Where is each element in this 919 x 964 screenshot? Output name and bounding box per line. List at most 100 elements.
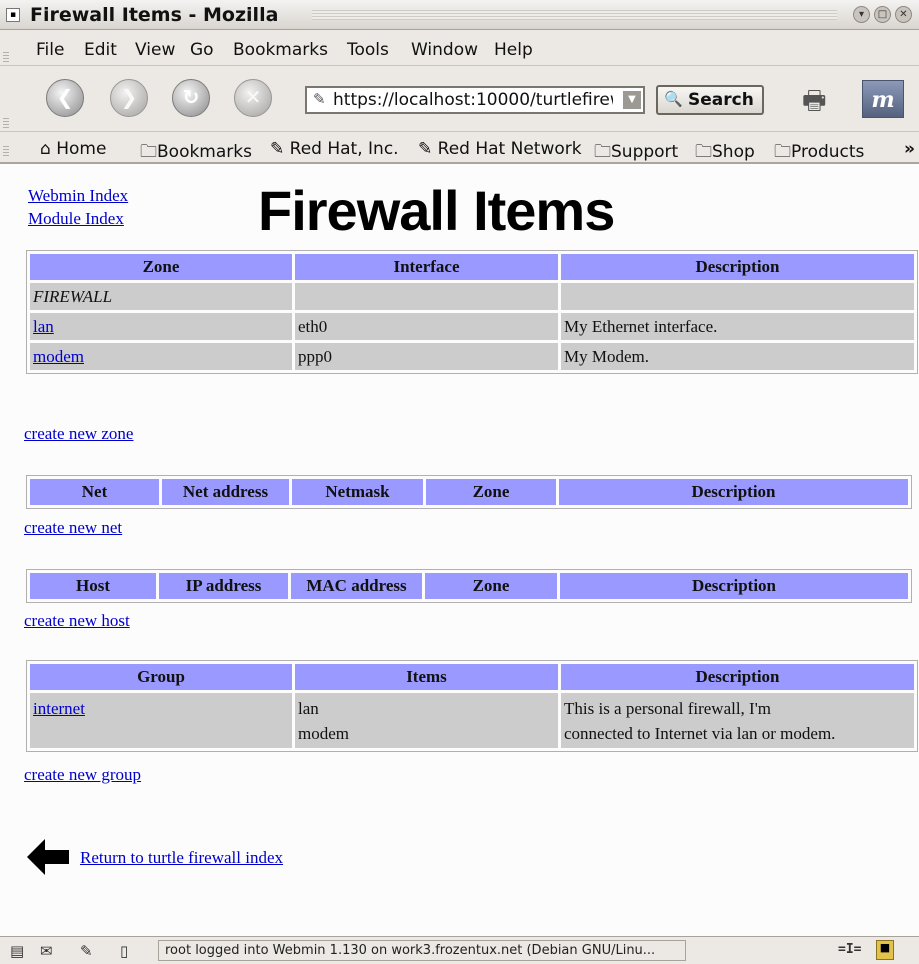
menu-window[interactable]: Window <box>411 40 478 60</box>
home-icon: ⌂ <box>40 139 57 159</box>
bookmark-home[interactable]: ⌂ Home <box>40 139 106 159</box>
close-icon[interactable]: ✕ <box>895 6 912 23</box>
create-new-net-link[interactable]: create new net <box>24 518 122 538</box>
left-arrow-icon[interactable] <box>27 839 69 875</box>
interface-cell <box>295 283 558 310</box>
column-header: Description <box>561 664 914 690</box>
window-menu-icon[interactable]: ▪ <box>6 8 20 22</box>
table-header-row: Group Items Description <box>30 664 914 690</box>
page-title: Firewall Items <box>258 179 615 242</box>
column-header: Description <box>561 254 914 280</box>
navigator-icon[interactable]: ▤ <box>10 942 24 960</box>
toolbar-grip[interactable] <box>3 146 9 156</box>
column-header: Zone <box>426 479 556 505</box>
nets-table: Net Net address Netmask Zone Description <box>26 475 912 509</box>
folder-icon: 🗀 <box>695 142 712 162</box>
url-input[interactable] <box>333 90 613 110</box>
zone-link-modem[interactable]: modem <box>33 347 84 366</box>
titlebar-stripes <box>312 10 837 20</box>
folder-icon: 🗀 <box>140 142 157 162</box>
table-row: internet lan modem This is a personal fir… <box>30 693 914 748</box>
group-link-internet[interactable]: internet <box>33 699 85 718</box>
stop-icon[interactable]: ✕ <box>234 79 272 117</box>
menu-view[interactable]: View <box>135 40 175 60</box>
hosts-table: Host IP address MAC address Zone Descrip… <box>26 569 912 603</box>
search-icon: 🔍 <box>664 90 683 108</box>
folder-icon: 🗀 <box>774 142 791 162</box>
maximize-icon[interactable]: □ <box>874 6 891 23</box>
column-header: MAC address <box>291 573 422 599</box>
table-header-row: Host IP address MAC address Zone Descrip… <box>30 573 908 599</box>
description-cell: My Ethernet interface. <box>561 313 914 340</box>
return-to-index-link[interactable]: Return to turtle firewall index <box>80 848 283 868</box>
page-content: Webmin Index Module Index Firewall Items… <box>0 164 919 936</box>
bookmark-support-label: Support <box>611 142 679 162</box>
zone-link-lan[interactable]: lan <box>33 317 54 336</box>
column-header: Netmask <box>292 479 423 505</box>
online-status-icon[interactable]: =I= <box>838 942 861 957</box>
bookmark-home-label: Home <box>56 139 107 159</box>
bookmark-red-hat-inc[interactable]: ✎ Red Hat, Inc. <box>270 139 399 159</box>
print-icon[interactable]: 🖶 <box>802 82 838 116</box>
item-modem: modem <box>298 724 349 743</box>
menu-tools[interactable]: Tools <box>347 40 389 60</box>
forward-icon[interactable]: ❯ <box>110 79 148 117</box>
items-cell: lan modem <box>295 693 558 748</box>
column-header: Description <box>559 479 908 505</box>
bookmark-products-label: Products <box>791 142 865 162</box>
bookmark-bookmarks-label: Bookmarks <box>157 142 252 162</box>
search-button-label: Search <box>688 90 754 110</box>
interface-cell: eth0 <box>295 313 558 340</box>
url-history-dropdown-icon[interactable]: ▼ <box>623 91 641 109</box>
search-button[interactable]: 🔍 Search <box>656 85 764 115</box>
menu-help[interactable]: Help <box>494 40 533 60</box>
column-header: Net address <box>162 479 289 505</box>
description-line: This is a personal firewall, I'm <box>564 699 772 718</box>
bookmarks-toolbar: ⌂ Home 🗀Bookmarks ✎ Red Hat, Inc. ✎ Red … <box>0 132 919 164</box>
bookmark-red-hat-network[interactable]: ✎ Red Hat Network <box>418 139 582 159</box>
reload-icon[interactable]: ↻ <box>172 79 210 117</box>
mozilla-logo-icon[interactable]: m <box>862 80 904 118</box>
description-cell <box>561 283 914 310</box>
column-header: Description <box>560 573 908 599</box>
window-title: Firewall Items - Mozilla <box>30 4 279 26</box>
mail-icon[interactable]: ✉ <box>40 942 53 960</box>
column-header: Zone <box>30 254 292 280</box>
column-header: Items <box>295 664 558 690</box>
webmin-index-link[interactable]: Webmin Index <box>28 186 128 205</box>
navigation-toolbar: ❮ ❯ ↻ ✕ ✎ ▼ 🔍 Search 🖶 m <box>0 66 919 132</box>
page-icon: ✎ <box>313 90 326 108</box>
create-new-host-link[interactable]: create new host <box>24 611 130 631</box>
menu-edit[interactable]: Edit <box>84 40 117 60</box>
column-header: Interface <box>295 254 558 280</box>
table-header-row: Zone Interface Description <box>30 254 914 280</box>
create-new-zone-link[interactable]: create new zone <box>24 424 133 444</box>
item-lan: lan <box>298 699 319 718</box>
security-lock-icon[interactable]: ■ <box>876 940 894 960</box>
table-row: modem ppp0 My Modem. <box>30 343 914 370</box>
url-bar[interactable]: ✎ ▼ <box>305 86 645 114</box>
bookmarks-overflow-button[interactable]: » <box>904 139 915 159</box>
group-cell: internet <box>30 693 292 748</box>
bookmark-shop-label: Shop <box>712 142 755 162</box>
table-header-row: Net Net address Netmask Zone Description <box>30 479 908 505</box>
menu-file[interactable]: File <box>36 40 64 60</box>
composer-icon[interactable]: ✎ <box>80 942 93 960</box>
toolbar-grip[interactable] <box>3 52 9 62</box>
top-links: Webmin Index Module Index <box>28 184 128 230</box>
toolbar-grip[interactable] <box>3 118 9 128</box>
back-icon[interactable]: ❮ <box>46 79 84 117</box>
table-row: FIREWALL <box>30 283 914 310</box>
menu-go[interactable]: Go <box>190 40 214 60</box>
module-index-link[interactable]: Module Index <box>28 209 124 228</box>
bookmark-red-hat-network-label: Red Hat Network <box>437 139 582 159</box>
minimize-icon[interactable]: ▾ <box>853 6 870 23</box>
create-new-group-link[interactable]: create new group <box>24 765 141 785</box>
address-book-icon[interactable]: ▯ <box>120 942 128 960</box>
description-line: connected to Internet via lan or modem. <box>564 724 836 743</box>
folder-icon: 🗀 <box>594 142 611 162</box>
link-icon: ✎ <box>270 139 290 159</box>
bookmark-red-hat-inc-label: Red Hat, Inc. <box>289 139 399 159</box>
column-header: Zone <box>425 573 557 599</box>
menu-bookmarks[interactable]: Bookmarks <box>233 40 328 60</box>
